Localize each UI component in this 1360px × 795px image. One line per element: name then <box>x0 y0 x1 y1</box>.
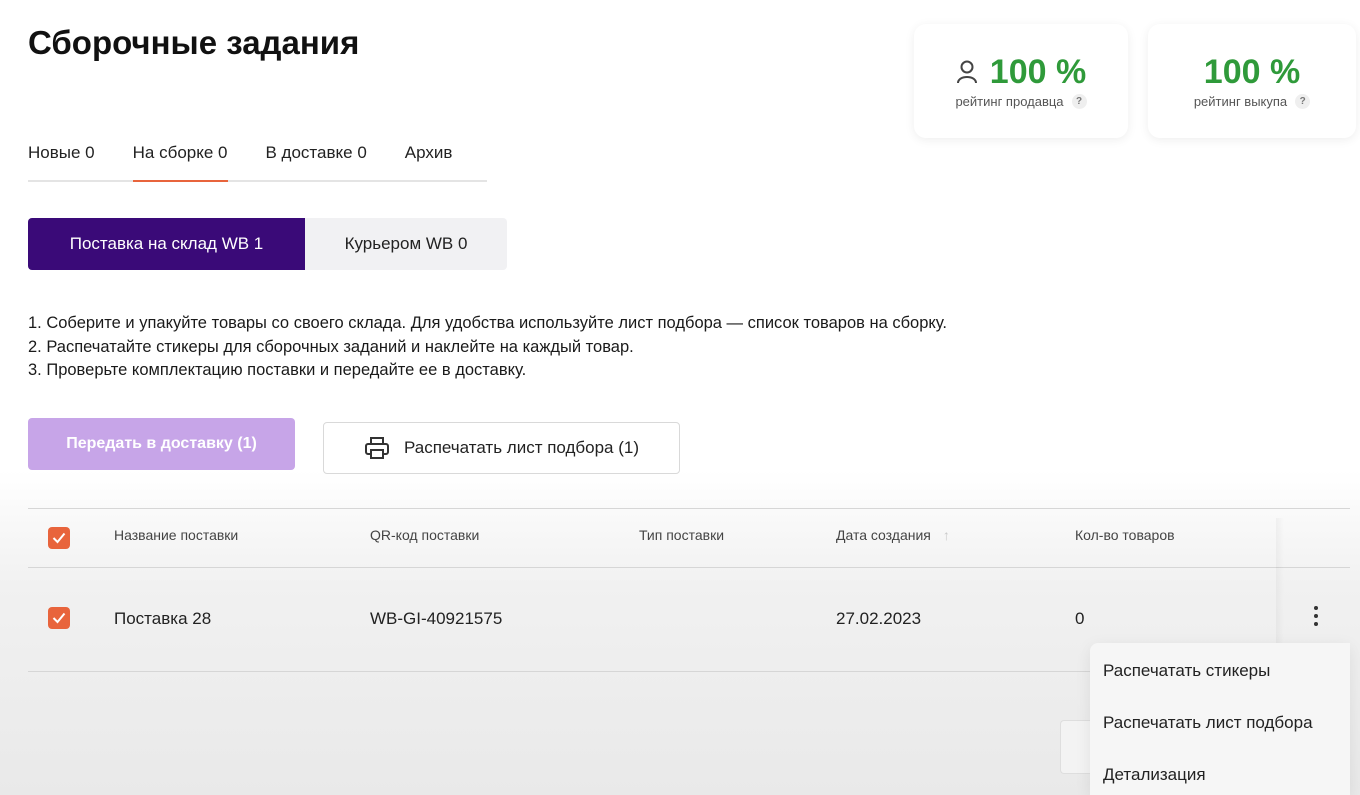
segment-wb-warehouse[interactable]: Поставка на склад WB 1 <box>28 218 305 270</box>
column-supply-name[interactable]: Название поставки <box>114 527 238 543</box>
instructions: 1. Соберите и упакуйте товары со своего … <box>28 312 947 383</box>
buyout-rating-value: 100 % <box>1203 53 1301 91</box>
segment-wb-courier[interactable]: Курьером WB 0 <box>305 218 507 270</box>
check-icon <box>52 532 66 544</box>
print-picking-list-button[interactable]: Распечатать лист подбора (1) <box>323 422 680 474</box>
print-picking-list-label: Распечатать лист подбора (1) <box>403 438 640 457</box>
column-supply-type[interactable]: Тип поставки <box>639 527 724 543</box>
sort-arrow-up-icon[interactable]: ↑ <box>943 527 950 543</box>
buyout-rating-label: рейтинг выкупа <box>1193 94 1288 109</box>
check-icon <box>52 612 66 624</box>
table-header: Название поставки QR-код поставки Тип по… <box>28 508 1350 568</box>
supply-created-date: 27.02.2023 <box>836 609 922 628</box>
delivery-type-switch: Поставка на склад WB 1 Курьером WB 0 <box>28 218 507 270</box>
tab-delivery[interactable]: В доставке 0 <box>266 142 367 180</box>
seller-rating-card: 100 % рейтинг продавца ? <box>914 24 1128 138</box>
column-qr-code[interactable]: QR-код поставки <box>370 527 479 543</box>
person-icon <box>956 60 977 84</box>
tab-new[interactable]: Новые 0 <box>28 142 95 180</box>
instruction-step-1: 1. Соберите и упакуйте товары со своего … <box>28 314 947 332</box>
tabs-bar: Новые 0 На сборке 0 В доставке 0 Архив <box>28 142 487 182</box>
question-icon[interactable]: ? <box>1295 94 1311 109</box>
printer-icon <box>364 437 389 459</box>
supply-item-count: 0 <box>1075 609 1085 628</box>
instruction-step-3: 3. Проверьте комплектацию поставки и пер… <box>28 361 527 379</box>
more-actions-icon[interactable] <box>1306 601 1326 631</box>
menu-item-print-stickers[interactable]: Распечатать стикеры <box>1103 661 1270 681</box>
supply-name: Поставка 28 <box>114 609 212 628</box>
column-item-count[interactable]: Кол-во товаров <box>1075 527 1175 543</box>
column-created-date-label: Дата создания <box>836 527 931 543</box>
buyout-rating-card: 100 % рейтинг выкупа ? <box>1148 24 1356 138</box>
page-title: Сборочные задания <box>28 24 360 61</box>
row-actions-menu: Распечатать стикеры Распечатать лист под… <box>1090 643 1350 795</box>
supply-qr-code: WB-GI-40921575 <box>370 609 503 628</box>
menu-item-details[interactable]: Детализация <box>1103 765 1206 785</box>
menu-item-print-picking-list[interactable]: Распечатать лист подбора <box>1103 713 1313 733</box>
tab-assembly[interactable]: На сборке 0 <box>132 142 228 182</box>
select-all-checkbox[interactable] <box>48 527 70 549</box>
send-to-delivery-button[interactable]: Передать в доставку (1) <box>28 418 295 470</box>
question-icon[interactable]: ? <box>1071 94 1087 109</box>
row-checkbox[interactable] <box>48 607 70 629</box>
seller-rating-value: 100 % <box>989 53 1087 91</box>
seller-rating-label: рейтинг продавца <box>955 94 1064 109</box>
instruction-step-2: 2. Распечатайте стикеры для сборочных за… <box>28 337 634 356</box>
tab-archive[interactable]: Архив <box>405 142 453 180</box>
column-created-date[interactable]: Дата создания ↑ <box>836 527 950 543</box>
